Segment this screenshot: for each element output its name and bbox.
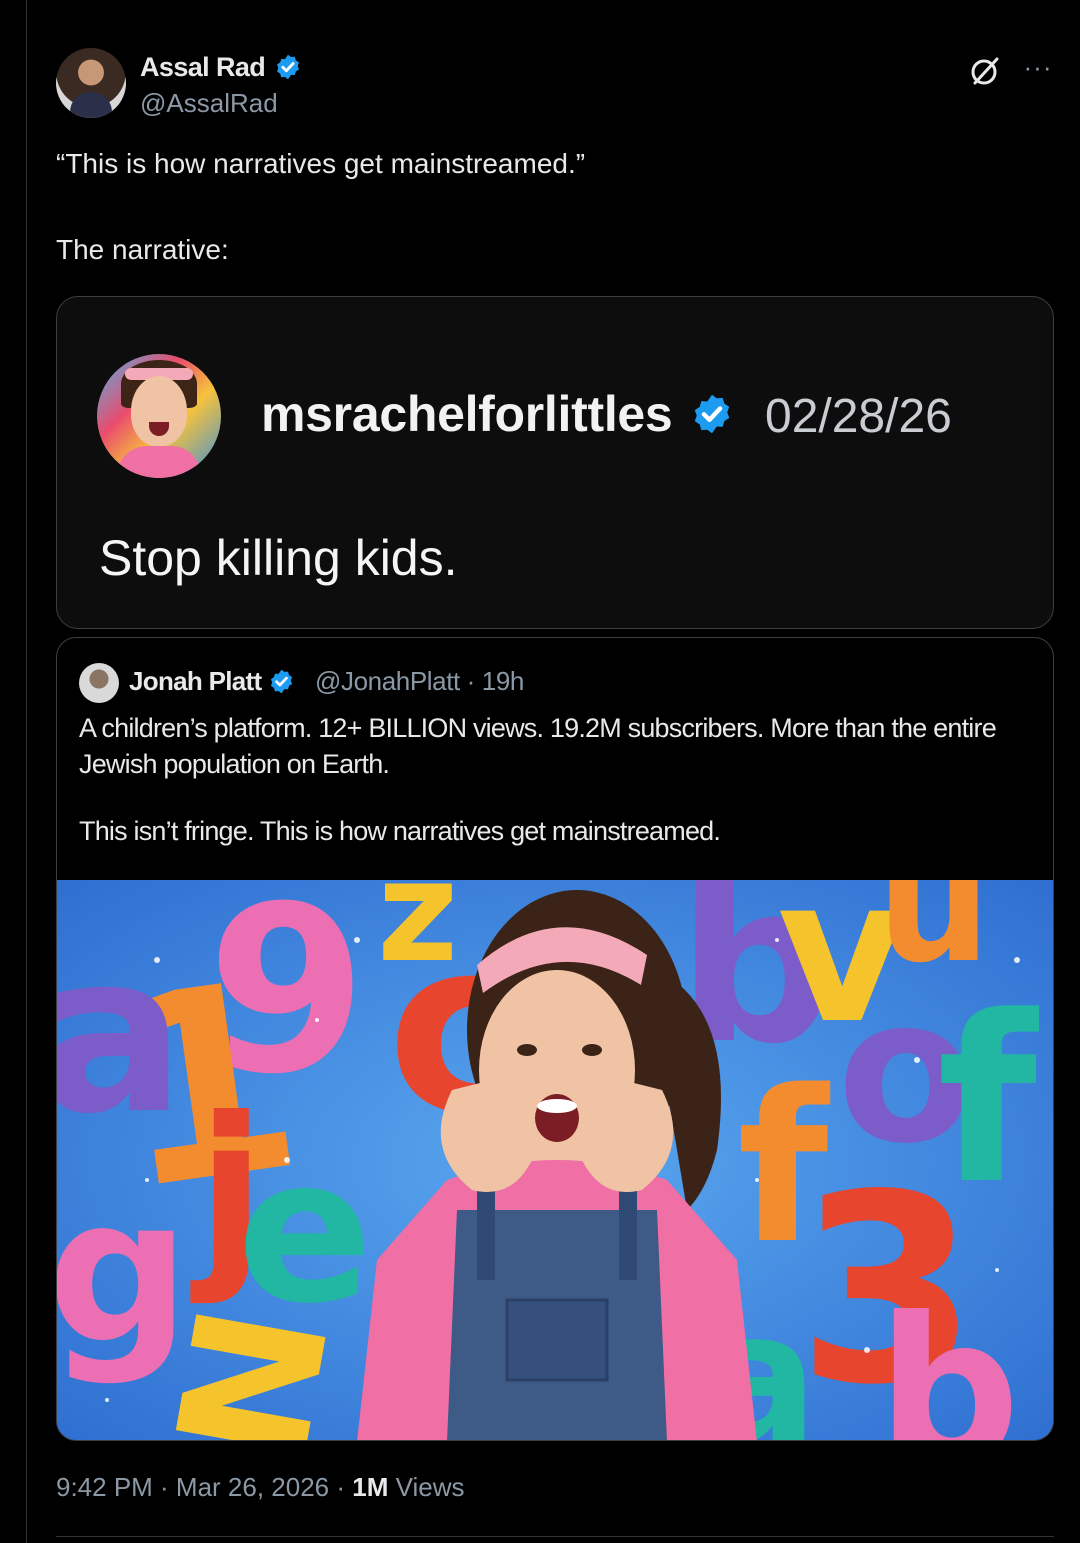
more-options-icon[interactable]: ··· (1020, 52, 1056, 82)
verified-badge-icon (277, 54, 300, 80)
screenshot-text: Stop killing kids. (99, 530, 458, 586)
author-name[interactable]: Assal Rad (140, 52, 302, 83)
author-avatar[interactable] (56, 48, 126, 118)
verified-badge-icon (694, 394, 730, 434)
msrachel-avatar (97, 354, 221, 478)
author-name-text[interactable]: Assal Rad (140, 52, 266, 82)
screenshot-account-text: msrachelforlittles (261, 386, 673, 442)
quoted-post-text-2: This isn’t fringe. This is how narrative… (79, 816, 721, 846)
author-handle[interactable]: @AssalRad (140, 88, 278, 119)
svg-text:b: b (877, 1275, 1020, 1441)
svg-text:z: z (377, 880, 458, 994)
post-timestamp-views[interactable]: 9:42 PM · Mar 26, 2026 · 1M Views (56, 1472, 464, 1503)
embedded-screenshot-card[interactable]: msrachelforlittles 02/28/26 Stop killing… (56, 296, 1054, 629)
quoted-author-handle-time: @JonahPlatt · 19h (315, 666, 524, 696)
timeline-divider (26, 0, 27, 1543)
views-count: 1M (352, 1472, 389, 1502)
grok-icon[interactable] (968, 54, 1002, 88)
post-text-line-2: The narrative: (56, 234, 229, 265)
verified-badge-icon (270, 669, 293, 693)
quoted-post-text-1: A children’s platform. 12+ BILLION views… (79, 713, 997, 779)
views-label: Views (388, 1472, 465, 1502)
screenshot-date: 02/28/26 (765, 390, 952, 443)
post-header: Assal Rad @AssalRad ··· (56, 48, 1056, 120)
quoted-author-name-text: Jonah Platt (129, 666, 262, 696)
quoted-author-name: Jonah Platt (129, 666, 295, 697)
bottom-divider (56, 1536, 1054, 1537)
post-text-line-1: “This is how narratives get mainstreamed… (56, 148, 586, 179)
quoted-post-card[interactable]: Jonah Platt @JonahPlatt · 19h A children… (56, 637, 1054, 1441)
post-timestamp[interactable]: 9:42 PM · Mar 26, 2026 · (56, 1472, 352, 1502)
quoted-author-avatar (79, 663, 119, 703)
screenshot-account-name: msrachelforlittles (261, 385, 734, 443)
svg-text:a: a (57, 906, 185, 1162)
colorful-letters-photo: 9 1 a j e g N c z b v u o f f 3 b a (57, 880, 1053, 1441)
quoted-post-image[interactable]: 9 1 a j e g N c z b v u o f f 3 b a (57, 880, 1053, 1441)
